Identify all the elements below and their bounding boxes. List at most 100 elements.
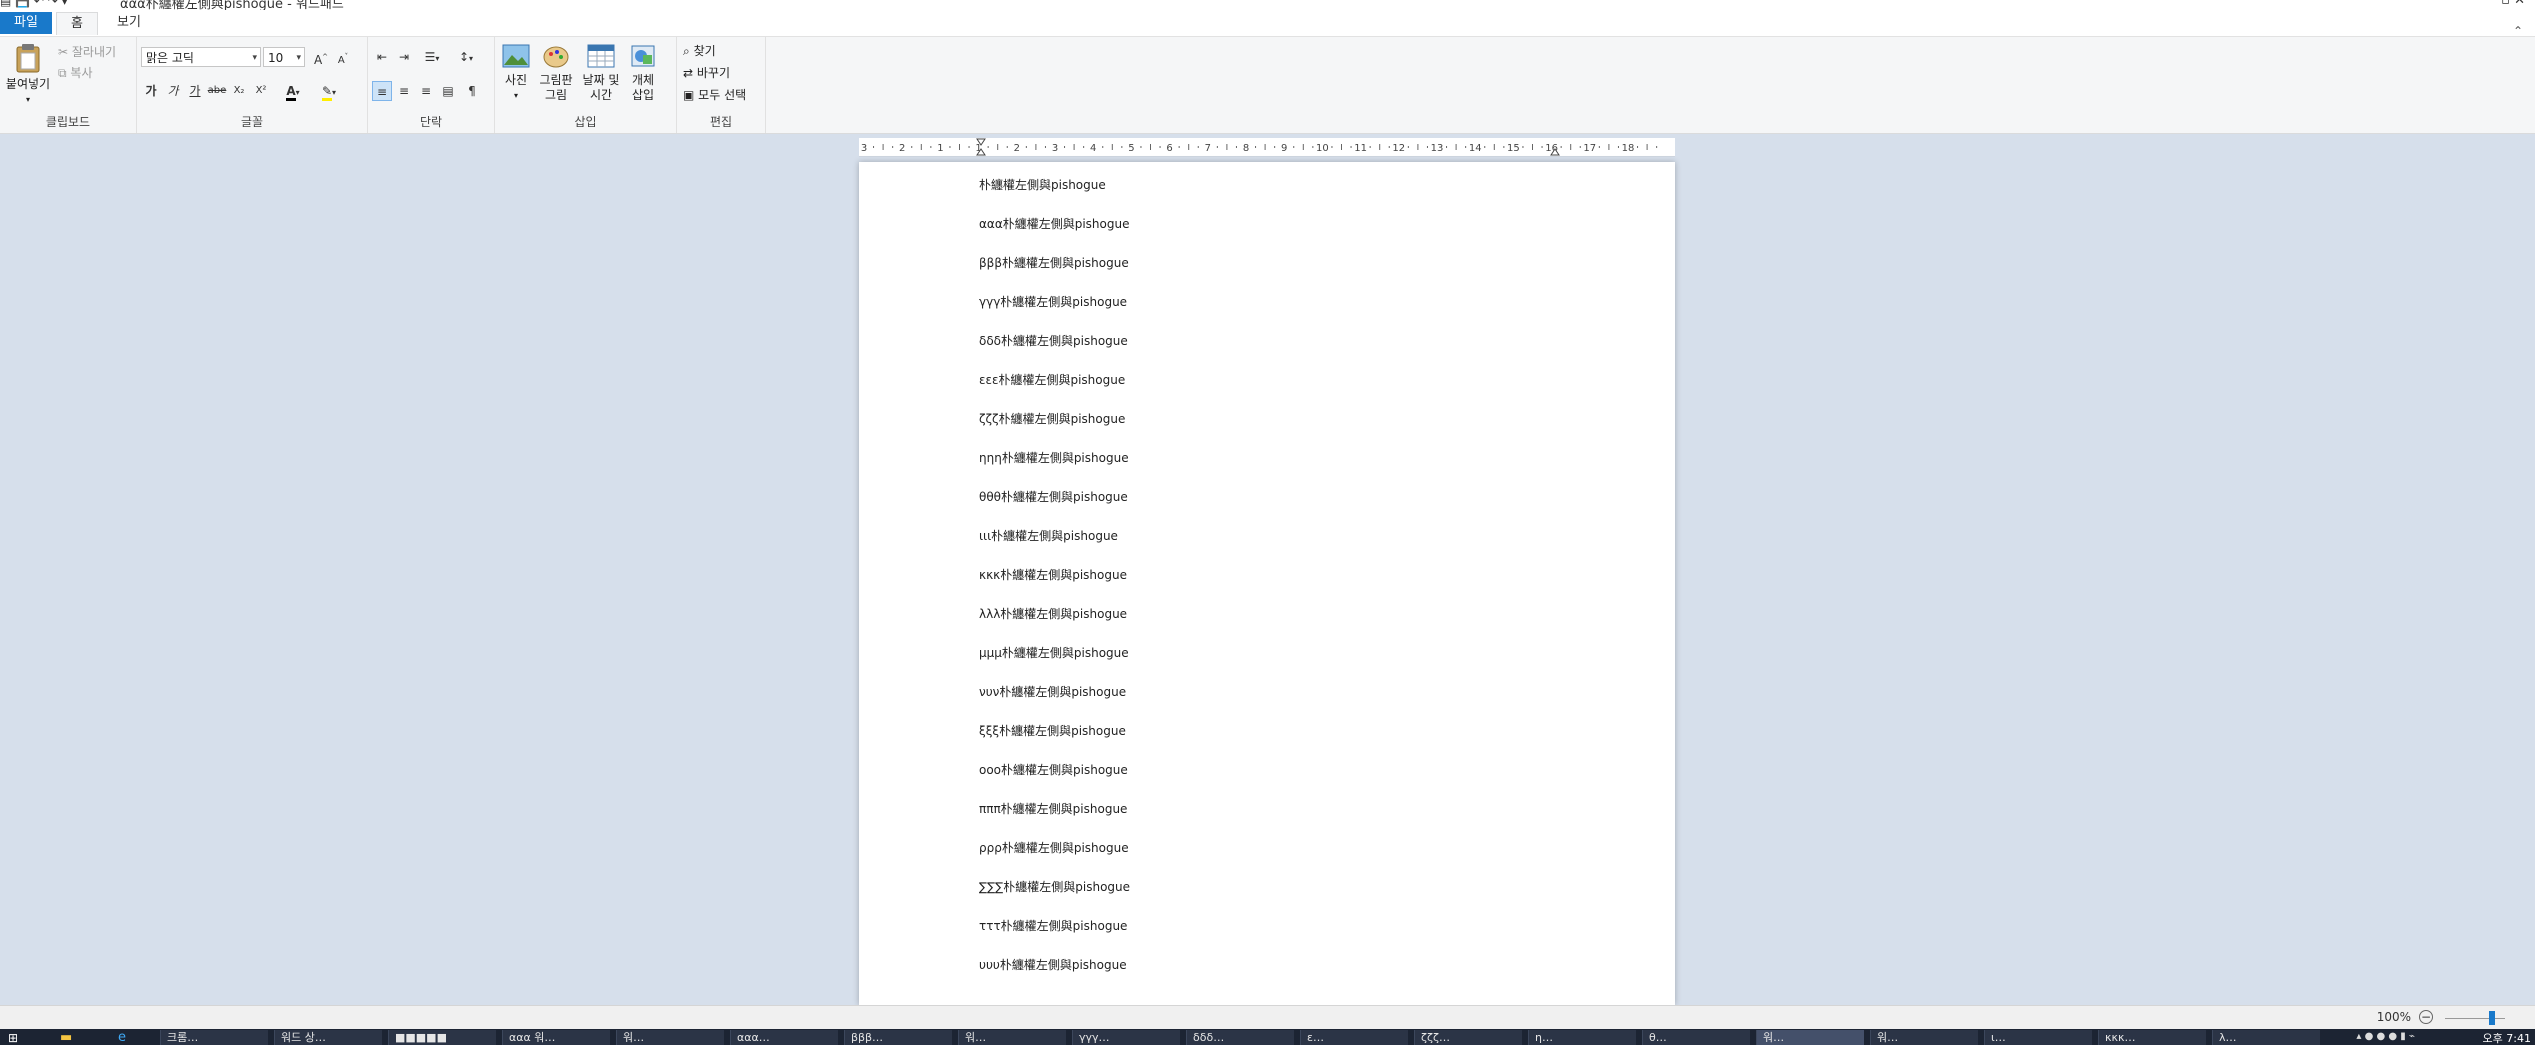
paste-button[interactable]: 붙여넣기 ▾ xyxy=(4,43,52,107)
paint-palette-icon xyxy=(543,46,569,68)
document-line[interactable]: ηηη朴纏權左側與pishogue xyxy=(979,449,1129,466)
document-line[interactable]: ιιι朴纏權左側與pishogue xyxy=(979,527,1118,544)
align-right-button[interactable]: ≡ xyxy=(416,81,436,101)
document-line[interactable]: τττ朴纏權左側與pishogue xyxy=(979,917,1127,934)
tab-view[interactable]: 보기 xyxy=(103,12,155,34)
insert-object-button[interactable]: 개체 삽입 xyxy=(625,43,661,103)
document-line[interactable]: πππ朴纏權左側與pishogue xyxy=(979,800,1127,817)
taskbar: ⊞ ▬ e 크롬… 워드 상… ■■■■■ ααα 워… 워… ααα… βββ… 워… γγγ… xyxy=(0,1029,2535,1045)
document-line[interactable]: ζζζ朴纏權左側與pishogue xyxy=(979,410,1125,427)
decrease-indent-button[interactable]: ⇤ xyxy=(372,47,392,67)
ribbon-collapse-icon[interactable]: ⌃ xyxy=(2513,24,2523,38)
increase-indent-icon: ⇥ xyxy=(398,50,410,64)
taskbar-item[interactable]: κκκ… xyxy=(2098,1030,2206,1045)
font-size-select[interactable]: 10 ▾ xyxy=(263,47,305,67)
zoom-slider-track[interactable] xyxy=(2445,1018,2505,1019)
document-line[interactable]: δδδ朴纏權左側與pishogue xyxy=(979,332,1128,349)
taskbar-item[interactable]: 워드 상… xyxy=(274,1030,382,1045)
taskbar-item[interactable]: ■■■■■ xyxy=(388,1030,496,1045)
document-page[interactable]: 朴纏權左側與pishogue ααα朴纏權左側與pishogue βββ朴纏權左側與… xyxy=(859,162,1675,1005)
paste-dropdown-icon[interactable]: ▾ xyxy=(4,92,52,107)
italic-button[interactable]: 가 xyxy=(163,81,183,101)
document-line[interactable]: εεε朴纏權左側與pishogue xyxy=(979,371,1125,388)
shrink-font-button[interactable]: A˅ xyxy=(333,47,353,67)
taskbar-item[interactable]: βββ… xyxy=(844,1030,952,1045)
paragraph-dialog-button[interactable]: ¶ xyxy=(462,81,482,101)
document-line[interactable]: υυυ朴纏權左側與pishogue xyxy=(979,956,1127,973)
zoom-out-button[interactable]: − xyxy=(2419,1010,2433,1024)
window-controls[interactable]: ▫ ✕ xyxy=(2501,0,2525,8)
font-color-button[interactable]: A▾ xyxy=(279,81,307,101)
align-center-button[interactable]: ≡ xyxy=(394,81,414,101)
tab-file[interactable]: 파일 xyxy=(0,12,52,34)
document-line[interactable]: οοο朴纏權左側與pishogue xyxy=(979,761,1128,778)
ruler-label: 2 xyxy=(1014,143,1020,154)
system-tray-icons[interactable]: ▴ ● ● ● ▮ ⌁ xyxy=(2356,1031,2415,1042)
select-all-label: 모두 선택 xyxy=(698,88,747,102)
grow-font-button[interactable]: A^ xyxy=(311,47,331,67)
document-line[interactable]: βββ朴纏權左側與pishogue xyxy=(979,254,1129,271)
document-line[interactable]: νυν朴纏權左側與pishogue xyxy=(979,683,1126,700)
file-explorer-icon[interactable]: ▬ xyxy=(60,1030,72,1045)
subscript-button[interactable]: X₂ xyxy=(229,81,249,101)
bullet-list-button[interactable]: ☰▾ xyxy=(418,47,446,67)
taskbar-item[interactable]: ααα… xyxy=(730,1030,838,1045)
align-center-icon: ≡ xyxy=(398,84,410,98)
taskbar-item[interactable]: 워… xyxy=(1870,1030,1978,1045)
taskbar-item[interactable]: γγγ… xyxy=(1072,1030,1180,1045)
taskbar-item[interactable]: λ… xyxy=(2212,1030,2320,1045)
increase-indent-button[interactable]: ⇥ xyxy=(394,47,414,67)
replace-button[interactable]: ⇄ 바꾸기 xyxy=(683,64,730,81)
document-line[interactable]: ξξξ朴纏權左側與pishogue xyxy=(979,722,1126,739)
taskbar-item[interactable]: δδδ… xyxy=(1186,1030,1294,1045)
taskbar-item[interactable]: η… xyxy=(1528,1030,1636,1045)
document-line[interactable]: κκκ朴纏權左側與pishogue xyxy=(979,566,1127,583)
select-all-button[interactable]: ▣ 모두 선택 xyxy=(683,86,746,103)
document-line[interactable]: γγγ朴纏權左側與pishogue xyxy=(979,293,1127,310)
highlight-button[interactable]: ✎▾ xyxy=(315,81,343,101)
insert-paint-drawing-button[interactable]: 그림판 그림 xyxy=(535,43,577,103)
underline-button[interactable]: 가 xyxy=(185,81,205,101)
taskbar-item[interactable]: ααα 워… xyxy=(502,1030,610,1045)
taskbar-item[interactable]: ι… xyxy=(1984,1030,2092,1045)
find-button[interactable]: ⌕ 찾기 xyxy=(683,42,716,59)
copy-button[interactable]: ⧉ 복사 xyxy=(58,64,93,81)
tab-home[interactable]: 홈 xyxy=(56,12,98,35)
scissors-icon: ✂ xyxy=(58,45,69,59)
justify-icon: ▤ xyxy=(442,84,454,98)
taskbar-item[interactable]: ε… xyxy=(1300,1030,1408,1045)
paste-label: 붙여넣기 xyxy=(5,77,51,91)
insert-datetime-button[interactable]: 날짜 및 시간 xyxy=(579,43,623,103)
document-line[interactable]: ρρρ朴纏權左側與pishogue xyxy=(979,839,1129,856)
taskbar-item[interactable]: 워… xyxy=(958,1030,1066,1045)
document-line[interactable]: ααα朴纏權左側與pishogue xyxy=(979,215,1130,232)
paint-label-2: 그림 xyxy=(544,88,568,102)
document-line[interactable]: 朴纏權左側與pishogue xyxy=(979,176,1106,193)
taskbar-item[interactable]: 워… xyxy=(616,1030,724,1045)
cut-button[interactable]: ✂ 잘라내기 xyxy=(58,43,116,60)
taskbar-item[interactable]: 워… xyxy=(1756,1030,1864,1045)
align-left-button[interactable]: ≡ xyxy=(372,81,392,101)
bold-button[interactable]: 가 xyxy=(141,81,161,101)
windows-start-icon[interactable]: ⊞ xyxy=(8,1031,18,1045)
line-spacing-button[interactable]: ↕▾ xyxy=(452,47,480,67)
font-color-icon: A xyxy=(286,84,296,101)
zoom-slider-thumb[interactable] xyxy=(2489,1011,2495,1025)
quick-access-toolbar[interactable]: ▤ 💾 ↶ ↷ ▾ xyxy=(0,0,68,8)
superscript-button[interactable]: X² xyxy=(251,81,271,101)
document-line[interactable]: μμμ朴纏權左側與pishogue xyxy=(979,644,1129,661)
edge-icon[interactable]: e xyxy=(118,1030,126,1045)
justify-button[interactable]: ▤ xyxy=(438,81,458,101)
taskbar-item[interactable]: θ… xyxy=(1642,1030,1750,1045)
document-line[interactable]: ∑∑∑朴纏權左側與pishogue xyxy=(979,878,1130,895)
font-family-select[interactable]: 맑은 고딕 ▾ xyxy=(141,47,261,67)
insert-picture-button[interactable]: 사진 ▾ xyxy=(499,43,533,103)
ruler[interactable]: 3 2 1 1 2 3 4 5 6 7 8 9 10 11 12 13 14 15 16 17 18 xyxy=(859,138,1675,157)
taskbar-item[interactable]: 크롬… xyxy=(160,1030,268,1045)
group-font: 맑은 고딕 ▾ 10 ▾ A^ A˅ 가 가 가 abe X₂ X² A▾ ✎▾… xyxy=(137,37,368,133)
ruler-label: 17 xyxy=(1583,143,1596,154)
taskbar-item[interactable]: ζζζ… xyxy=(1414,1030,1522,1045)
document-line[interactable]: θθθ朴纏權左側與pishogue xyxy=(979,488,1128,505)
strikethrough-button[interactable]: abe xyxy=(207,81,227,101)
document-line[interactable]: λλλ朴纏權左側與pishogue xyxy=(979,605,1127,622)
